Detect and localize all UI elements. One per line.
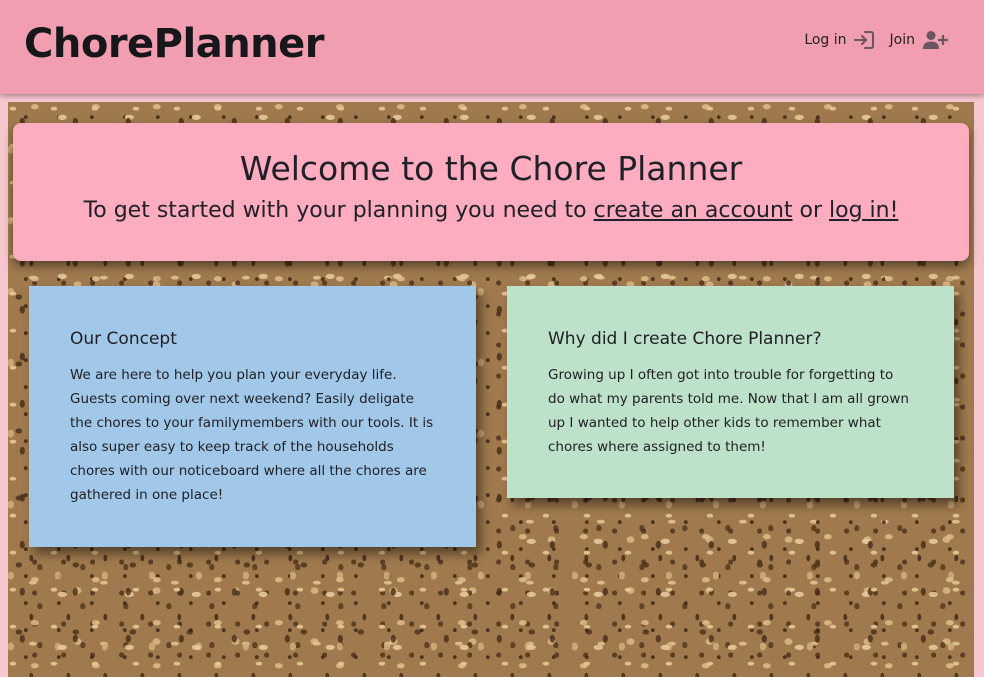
why-card-body: Growing up I often got into trouble for … [548,367,909,455]
user-plus-icon [923,31,948,49]
why-card-title: Why did I create Chore Planner? [548,329,822,349]
join-label: Join [889,32,915,48]
why-card: Why did I create Chore Planner? Growing … [507,286,954,498]
login-arrow-icon [853,31,874,49]
login-link[interactable]: Log in [804,31,874,49]
join-link[interactable]: Join [890,30,948,50]
nav-links: Log in Join [804,30,948,50]
welcome-prefix: To get started with your planning you ne… [83,198,594,223]
welcome-connector: or [792,198,830,223]
welcome-text: To get started with your planning you ne… [13,196,969,226]
create-account-link[interactable]: create an account [594,198,793,223]
welcome-banner: Welcome to the Chore Planner To get star… [13,123,969,261]
site-logo[interactable]: ChorePlanner [24,18,325,70]
concept-card-title: Our Concept [70,329,177,349]
login-inline-link[interactable]: log in! [829,198,898,223]
login-label: Log in [804,32,847,48]
concept-card: Our Concept We are here to help you plan… [29,286,476,547]
welcome-title: Welcome to the Chore Planner [239,149,743,188]
top-navbar: ChorePlanner Log in Join [0,0,984,94]
concept-card-body: We are here to help you plan your everyd… [70,367,434,503]
